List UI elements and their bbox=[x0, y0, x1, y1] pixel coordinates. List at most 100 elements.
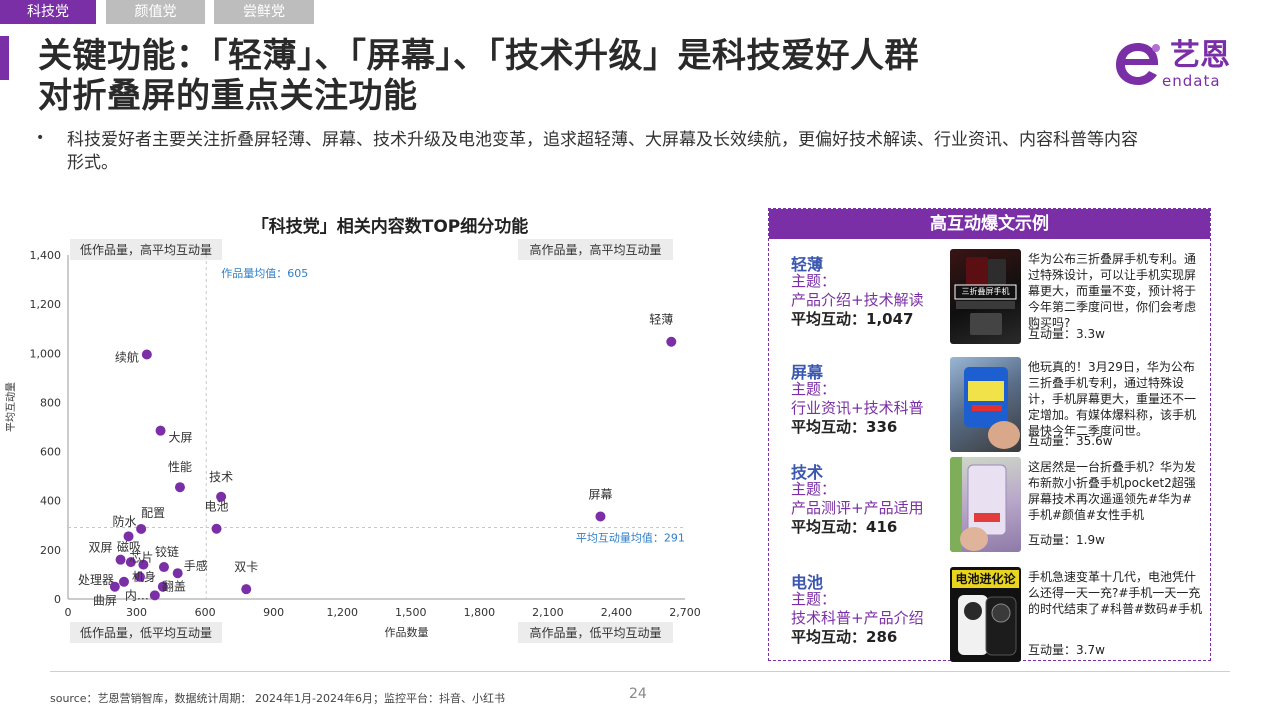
scatter-point bbox=[141, 349, 152, 360]
point-label: 铰链 bbox=[155, 544, 179, 559]
point-label: 曲屏 bbox=[93, 594, 117, 608]
x-tick-label: 600 bbox=[195, 606, 216, 619]
tab-early-adopter[interactable]: 尝鲜党 bbox=[214, 0, 314, 24]
example-topic: 技术科普+产品介绍 bbox=[791, 609, 924, 627]
example-engagement: 互动量：3.7w bbox=[1028, 643, 1105, 657]
point-label: 处理器 bbox=[78, 573, 114, 587]
y-tick-label: 600 bbox=[40, 446, 61, 459]
y-tick-label: 1,000 bbox=[30, 347, 62, 360]
y-tick-label: 800 bbox=[40, 396, 61, 409]
example-post-text: 这居然是一台折叠手机？华为发布新款小折叠手机pocket2超强屏幕技术再次遥遥领… bbox=[1028, 460, 1197, 522]
point-label: 大屏 bbox=[169, 431, 193, 445]
example-post-text: 手机急速变革十几代，电池凭什么还得一天一充?#手机一天一充的时代结束了#科普#数… bbox=[1028, 570, 1203, 616]
example-panel: 高互动爆文示例 轻薄 主题： 产品介绍+技术解读 平均互动：1,047 三折叠屏… bbox=[768, 208, 1211, 662]
page-title-line2: 对折叠屏的重点关注功能 bbox=[38, 76, 418, 116]
example-avg-engagement: 平均互动：416 bbox=[791, 518, 898, 536]
logo-en-text: endata bbox=[1162, 72, 1221, 90]
bullet-dot: • bbox=[36, 130, 45, 146]
point-label: 配置 bbox=[141, 506, 165, 520]
example-topic-label: 主题： bbox=[791, 272, 837, 290]
x-tick-label: 1,200 bbox=[326, 606, 358, 619]
point-label: 性能 bbox=[168, 460, 192, 474]
y-tick-label: 1,400 bbox=[30, 249, 62, 262]
example-thumbnail[interactable] bbox=[950, 457, 1021, 552]
scatter-point bbox=[109, 581, 120, 592]
x-tick-label: 2,700 bbox=[669, 606, 701, 619]
point-label: 机身 bbox=[132, 569, 156, 584]
endata-logo: 艺恩 endata bbox=[1112, 38, 1252, 94]
y-mean-label: 平均互动量均值：291 bbox=[576, 531, 685, 544]
point-label: 双卡 bbox=[234, 560, 258, 574]
point-label: 双屏 bbox=[89, 541, 113, 555]
y-tick-label: 0 bbox=[54, 593, 61, 606]
scatter-point bbox=[172, 568, 183, 579]
scatter-point bbox=[118, 576, 129, 587]
page-title: 关键功能：「轻薄」、「屏幕」、「技术升级」是科技爱好人群 对折叠屏的重点关注功能 bbox=[38, 36, 1118, 116]
scatter-point bbox=[211, 523, 222, 534]
scatter-point bbox=[136, 523, 147, 534]
tab-tech[interactable]: 科技党 bbox=[0, 0, 96, 24]
thumbnail-caption: 三折叠屏手机 bbox=[961, 287, 1010, 296]
example-topic-label: 主题： bbox=[791, 590, 837, 608]
x-tick-label: 2,100 bbox=[532, 606, 564, 619]
page-number: 24 bbox=[629, 686, 647, 702]
point-label: 防水 bbox=[113, 513, 137, 528]
x-tick-label: 0 bbox=[65, 606, 72, 619]
x-tick-label: 300 bbox=[126, 606, 147, 619]
example-topic: 产品介绍+技术解读 bbox=[791, 291, 924, 309]
example-avg-engagement: 平均互动：1,047 bbox=[791, 310, 914, 328]
y-tick-label: 400 bbox=[40, 495, 61, 508]
logo-mark-icon bbox=[1116, 43, 1160, 85]
tab-looks[interactable]: 颜值党 bbox=[106, 0, 205, 24]
example-engagement: 互动量：35.6w bbox=[1028, 434, 1113, 448]
scatter-chart: 低作品量，高平均互动量 高作品量，高平均互动量低作品量，低平均互动量 高作品量，低平… bbox=[5, 239, 701, 643]
y-tick-label: 200 bbox=[40, 544, 61, 557]
scatter-point bbox=[595, 511, 606, 522]
example-card[interactable]: 电池 主题： 技术科普+产品介绍 平均互动：286 电池进化论 手机急速变革十几… bbox=[769, 567, 1210, 669]
example-topic: 产品测评+产品适用 bbox=[791, 499, 924, 517]
example-thumbnail[interactable]: 电池进化论 bbox=[950, 567, 1021, 662]
scatter-point bbox=[158, 562, 169, 573]
x-tick-label: 1,500 bbox=[395, 606, 427, 619]
example-avg-engagement: 平均互动：336 bbox=[791, 418, 898, 436]
x-tick-label: 2,400 bbox=[601, 606, 633, 619]
logo-cn-text: 艺恩 bbox=[1170, 38, 1230, 73]
point-label: 芯片 bbox=[129, 551, 153, 565]
scatter-point bbox=[241, 584, 252, 595]
example-card[interactable]: 屏幕 主题： 行业资讯+技术科普 平均互动：336 他玩真的！3月29日，华为公… bbox=[769, 357, 1210, 459]
example-card[interactable]: 技术 主题： 产品测评+产品适用 平均互动：416 这居然是一台折叠手机？华为发… bbox=[769, 457, 1210, 559]
phone-in-hand-icon bbox=[964, 367, 1020, 449]
y-axis-title: 平均互动量 bbox=[5, 382, 17, 432]
quadrant-label: 高作品量，低平均互动量 bbox=[529, 625, 661, 640]
point-label: 技术 bbox=[209, 470, 233, 484]
quadrant-label: 高作品量，高平均互动量 bbox=[529, 242, 661, 257]
panel-title: 高互动爆文示例 bbox=[769, 209, 1210, 239]
quadrant-label: 低作品量，低平均互动量 bbox=[80, 626, 212, 640]
example-thumbnail[interactable] bbox=[950, 357, 1021, 452]
hand-holding-phone-icon bbox=[950, 457, 1007, 552]
example-thumbnail[interactable]: 三折叠屏手机 bbox=[950, 249, 1021, 344]
scatter-point bbox=[149, 590, 160, 601]
example-post-text: 他玩真的！3月29日，华为公布三折叠手机专利，通过特殊设计，手机屏幕更大，重量还… bbox=[1028, 360, 1197, 438]
example-post-text: 华为公布三折叠屏手机专利。通过特殊设计，可以让手机实现屏幕更大，而重量不变，预计… bbox=[1028, 252, 1197, 330]
example-topic: 行业资讯+技术科普 bbox=[791, 399, 924, 417]
point-label: 续航 bbox=[115, 350, 139, 365]
point-label: 电池 bbox=[205, 500, 229, 514]
point-label: 屏幕 bbox=[588, 487, 612, 501]
quadrant-label: 低作品量，高平均互动量 bbox=[80, 242, 212, 257]
source-note: source：艺恩营销智库，数据统计周期： 2024年1月-2024年6月；监控… bbox=[50, 692, 505, 705]
y-tick-label: 1,200 bbox=[30, 298, 62, 311]
x-tick-label: 1,800 bbox=[464, 606, 496, 619]
example-topic-label: 主题： bbox=[791, 380, 837, 398]
x-tick-label: 900 bbox=[263, 606, 284, 619]
example-avg-engagement: 平均互动：286 bbox=[791, 628, 898, 646]
point-label: 翻盖 bbox=[162, 580, 186, 594]
scatter-point bbox=[115, 554, 126, 565]
x-mean-label: 作品量均值：605 bbox=[221, 267, 308, 280]
example-card[interactable]: 轻薄 主题： 产品介绍+技术解读 平均互动：1,047 三折叠屏手机 华为公布三… bbox=[769, 249, 1210, 351]
point-label: 手感 bbox=[184, 558, 208, 573]
example-topic-label: 主题： bbox=[791, 480, 837, 498]
summary-text: 科技爱好者主要关注折叠屏轻薄、屏幕、技术升级及电池变革，追求超轻薄、大屏幕及长效… bbox=[67, 130, 1138, 173]
example-engagement: 互动量：3.3w bbox=[1028, 327, 1105, 341]
scatter-point bbox=[666, 336, 677, 347]
